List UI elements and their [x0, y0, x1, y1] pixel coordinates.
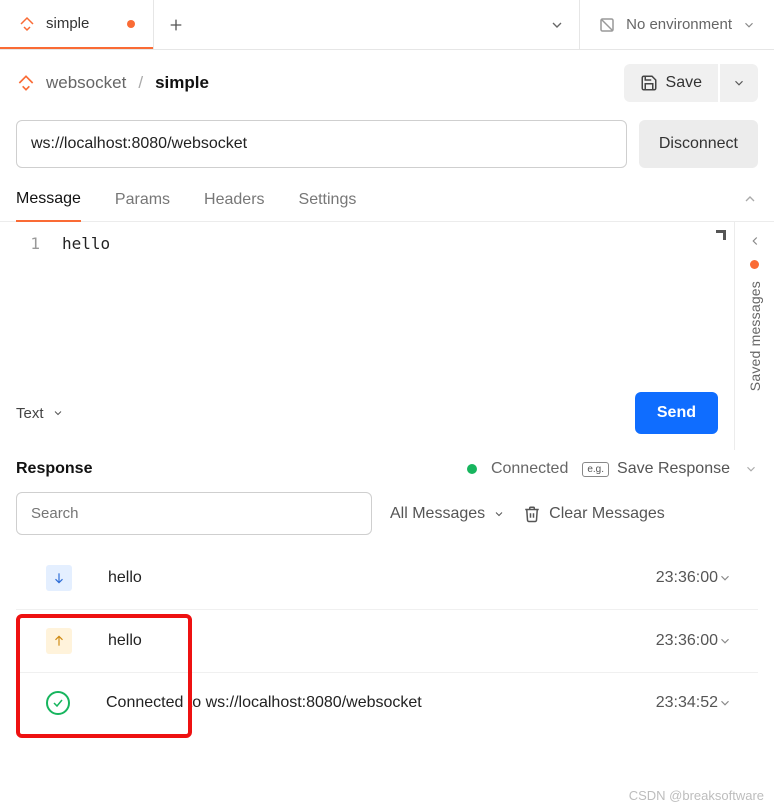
message-filter-selector[interactable]: All Messages	[390, 505, 505, 523]
message-list: hello 23:36:00 hello 23:36:00 Connected …	[0, 547, 774, 733]
websocket-icon	[18, 15, 36, 33]
editor-gutter: 1	[0, 222, 54, 382]
resize-grip-icon[interactable]	[716, 230, 726, 240]
saved-messages-label: Saved messages	[747, 281, 763, 391]
line-number: 1	[0, 234, 40, 253]
format-selector[interactable]: Text	[16, 405, 64, 422]
message-editor[interactable]: 1 hello	[0, 222, 734, 382]
watermark: CSDN @breaksoftware	[629, 788, 764, 803]
arrow-down-icon	[46, 565, 72, 591]
expand-message-button[interactable]	[718, 571, 758, 585]
no-environment-icon	[598, 16, 616, 34]
chevron-down-icon	[549, 17, 565, 33]
send-button[interactable]: Send	[635, 392, 718, 434]
message-time: 23:34:52	[656, 694, 718, 712]
new-tab-button[interactable]	[154, 0, 198, 49]
save-icon	[640, 74, 658, 92]
breadcrumb-row: websocket / simple Save	[0, 50, 774, 112]
save-options-button[interactable]	[720, 64, 758, 102]
unsaved-dot-icon	[750, 260, 759, 269]
chevron-down-icon	[493, 508, 505, 520]
breadcrumb-parent[interactable]: websocket	[46, 73, 126, 93]
disconnect-button[interactable]: Disconnect	[639, 120, 758, 168]
response-title: Response	[16, 460, 92, 478]
example-badge-icon: e.g.	[582, 462, 609, 477]
message-text: hello	[108, 632, 142, 650]
response-options-button[interactable]	[744, 462, 758, 476]
chevron-up-icon	[742, 191, 758, 207]
connection-status-icon	[467, 464, 477, 474]
environment-selector[interactable]: No environment	[580, 0, 774, 49]
format-label: Text	[16, 405, 44, 422]
message-row-outgoing[interactable]: hello 23:36:00	[16, 609, 758, 672]
disconnect-label: Disconnect	[659, 135, 738, 153]
plus-icon	[168, 17, 184, 33]
tab-headers[interactable]: Headers	[204, 185, 264, 221]
message-text: hello	[108, 569, 142, 587]
save-response-label: Save Response	[617, 460, 730, 478]
response-header: Response Connected e.g. Save Response	[0, 450, 774, 486]
clear-messages-button[interactable]: Clear Messages	[523, 505, 665, 523]
save-button[interactable]: Save	[624, 64, 718, 102]
code-line: hello	[62, 234, 726, 253]
environment-label: No environment	[626, 16, 732, 33]
message-filter-label: All Messages	[390, 505, 485, 523]
tab-params[interactable]: Params	[115, 185, 170, 221]
tab-settings[interactable]: Settings	[299, 185, 357, 221]
websocket-icon	[16, 73, 36, 93]
send-button-label: Send	[657, 404, 696, 421]
response-filter-row: All Messages Clear Messages	[0, 486, 774, 547]
chevron-down-icon	[744, 462, 758, 476]
tab-simple[interactable]: simple	[0, 0, 153, 49]
search-input[interactable]	[16, 492, 372, 535]
trash-icon	[523, 505, 541, 523]
clear-messages-label: Clear Messages	[549, 505, 665, 523]
message-text: Connected to ws://localhost:8080/websock…	[106, 694, 422, 712]
request-tabs: Message Params Headers Settings	[0, 184, 774, 222]
chevron-down-icon	[732, 76, 746, 90]
message-time: 23:36:00	[656, 569, 718, 587]
breadcrumb-separator: /	[138, 73, 143, 93]
tab-message[interactable]: Message	[16, 184, 81, 222]
expand-message-button[interactable]	[718, 696, 758, 710]
top-tab-bar: simple No environment	[0, 0, 774, 50]
breadcrumb-current: simple	[155, 73, 209, 93]
saved-messages-rail[interactable]: Saved messages	[734, 222, 774, 450]
chevron-down-icon	[718, 571, 732, 585]
arrow-up-icon	[46, 628, 72, 654]
chevron-left-icon	[748, 234, 762, 248]
check-circle-icon	[46, 691, 70, 715]
save-button-label: Save	[666, 74, 702, 92]
connection-status-text: Connected	[491, 460, 568, 478]
message-row-incoming[interactable]: hello 23:36:00	[16, 547, 758, 609]
url-input[interactable]	[16, 120, 627, 168]
chevron-down-icon	[742, 18, 756, 32]
editor-content[interactable]: hello	[54, 222, 734, 382]
expand-message-button[interactable]	[718, 634, 758, 648]
message-time: 23:36:00	[656, 632, 718, 650]
breadcrumb: websocket / simple	[46, 73, 209, 93]
chevron-down-icon	[52, 407, 64, 419]
unsaved-dot-icon	[127, 20, 135, 28]
expand-rail-button[interactable]	[748, 234, 762, 248]
message-row-connected[interactable]: Connected to ws://localhost:8080/websock…	[16, 672, 758, 733]
tabs-overflow-button[interactable]	[535, 0, 579, 49]
url-row: Disconnect	[0, 112, 774, 184]
chevron-down-icon	[718, 696, 732, 710]
chevron-down-icon	[718, 634, 732, 648]
tab-label: simple	[46, 15, 89, 32]
save-response-button[interactable]: e.g. Save Response	[582, 460, 730, 478]
collapse-request-button[interactable]	[742, 191, 758, 215]
send-row: Text Send	[0, 382, 734, 450]
